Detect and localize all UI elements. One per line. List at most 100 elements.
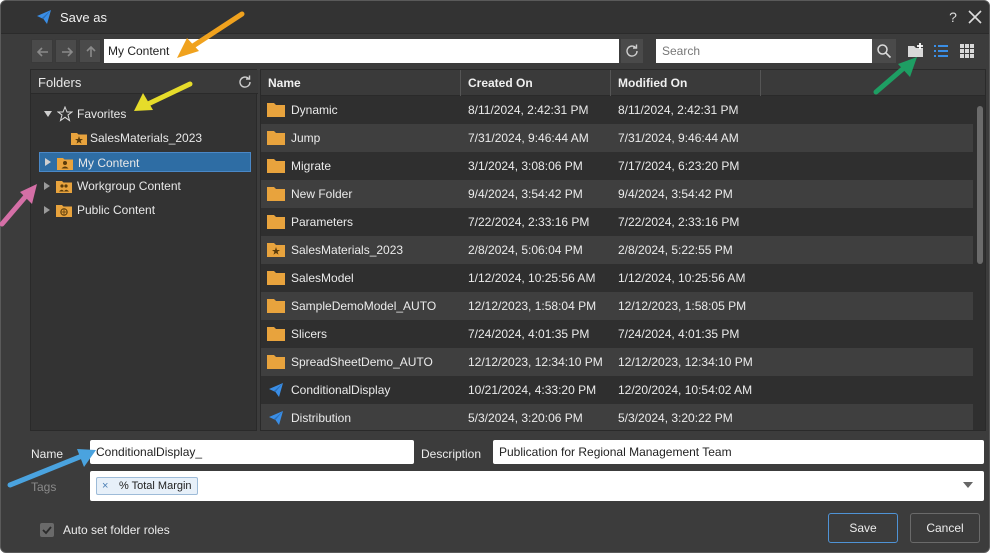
description-input[interactable]: Publication for Regional Management Team [493, 440, 984, 464]
file-row[interactable]: SampleDemoModel_AUTO 12/12/2023, 1:58:04… [261, 292, 973, 320]
search-input[interactable]: Search [656, 39, 872, 63]
file-created: 8/11/2024, 2:42:31 PM [468, 103, 589, 117]
file-modified: 7/24/2024, 4:01:35 PM [618, 327, 740, 341]
grid-view-icon[interactable] [957, 41, 977, 61]
file-created: 2/8/2024, 5:06:04 PM [468, 243, 583, 257]
tag-chip: × % Total Margin [96, 477, 198, 495]
favorite-folder-icon [267, 243, 285, 257]
tree-item-label: Favorites [77, 107, 127, 121]
caret-down-icon[interactable] [44, 111, 52, 117]
caret-right-icon[interactable] [45, 158, 51, 166]
file-modified: 12/20/2024, 10:54:02 AM [618, 383, 753, 397]
folder-icon [267, 299, 285, 313]
file-created: 12/12/2023, 1:58:04 PM [468, 299, 597, 313]
column-header-modified[interactable]: Modified On [611, 70, 761, 96]
search-button[interactable] [872, 39, 896, 63]
path-input[interactable]: My Content [104, 39, 619, 63]
column-header-name[interactable]: Name [261, 70, 461, 96]
tree-item-salesmaterials[interactable]: SalesMaterials_2023 [39, 128, 249, 148]
caret-right-icon[interactable] [44, 182, 50, 190]
close-icon[interactable] [965, 7, 985, 27]
new-folder-icon[interactable] [906, 41, 926, 61]
file-row[interactable]: Distribution 5/3/2024, 3:20:06 PM 5/3/20… [261, 404, 973, 430]
file-name: Parameters [291, 215, 354, 229]
save-as-dialog: Save as ? My Content Search Folders Favo… [0, 0, 990, 553]
folder-icon [267, 187, 285, 201]
tags-dropdown-icon[interactable] [963, 482, 973, 488]
file-row[interactable]: SalesModel 1/12/2024, 10:25:56 AM 1/12/2… [261, 264, 973, 292]
refresh-icon[interactable] [237, 74, 253, 90]
forward-button[interactable] [55, 39, 77, 63]
refresh-icon [626, 44, 638, 57]
folders-panel: Folders Favorites SalesMaterials_2023 My… [30, 69, 258, 431]
up-button[interactable] [79, 39, 101, 63]
file-list: Name Created On Modified On Dynamic 8/11… [260, 69, 986, 431]
file-modified: 2/8/2024, 5:22:55 PM [618, 243, 733, 257]
star-icon [57, 106, 73, 122]
publication-icon [269, 411, 283, 425]
title-bar: Save as ? [1, 1, 989, 34]
publication-icon [269, 383, 283, 397]
file-row[interactable]: SpreadSheetDemo_AUTO 12/12/2023, 12:34:1… [261, 348, 973, 376]
file-created: 7/24/2024, 4:01:35 PM [468, 327, 590, 341]
file-name: SalesModel [291, 271, 354, 285]
auto-roles-checkbox[interactable] [40, 523, 54, 537]
file-name: SalesMaterials_2023 [291, 243, 404, 257]
column-header-created[interactable]: Created On [461, 70, 611, 96]
folder-icon [267, 131, 285, 145]
folder-icon [267, 271, 285, 285]
file-name: Jump [291, 131, 321, 145]
tree-item-workgroup-content[interactable]: Workgroup Content [39, 176, 249, 196]
checkmark-icon [42, 526, 52, 535]
file-name: New Folder [291, 187, 353, 201]
file-row[interactable]: SalesMaterials_2023 2/8/2024, 5:06:04 PM… [261, 236, 973, 264]
tree-item-favorites[interactable]: Favorites [39, 104, 249, 124]
file-list-header: Name Created On Modified On [261, 70, 985, 96]
tags-input[interactable]: × % Total Margin [90, 471, 984, 501]
help-button[interactable]: ? [946, 7, 960, 27]
list-view-icon[interactable] [931, 41, 951, 61]
folder-icon [267, 103, 285, 117]
save-button[interactable]: Save [828, 513, 898, 543]
file-list-scrollbar[interactable] [975, 98, 985, 430]
folder-icon [267, 159, 285, 173]
tag-label: % Total Margin [119, 480, 192, 492]
file-row[interactable]: Dynamic 8/11/2024, 2:42:31 PM 8/11/2024,… [261, 96, 973, 124]
file-created: 12/12/2023, 12:34:10 PM [468, 355, 603, 369]
tree-item-public-content[interactable]: Public Content [39, 200, 249, 220]
name-input[interactable]: ConditionalDisplay_ [90, 440, 414, 464]
folders-title: Folders [38, 75, 82, 90]
file-created: 5/3/2024, 3:20:06 PM [468, 411, 583, 425]
file-row[interactable]: New Folder 9/4/2024, 3:54:42 PM 9/4/2024… [261, 180, 973, 208]
auto-roles-label: Auto set folder roles [63, 523, 170, 537]
file-created: 7/22/2024, 2:33:16 PM [468, 215, 590, 229]
user-folder-icon [57, 158, 73, 170]
file-modified: 12/12/2023, 1:58:05 PM [618, 299, 747, 313]
file-row[interactable]: Jump 7/31/2024, 9:46:44 AM 7/31/2024, 9:… [261, 124, 973, 152]
file-name: Distribution [291, 411, 352, 425]
file-modified: 7/22/2024, 2:33:16 PM [618, 215, 740, 229]
search-icon [877, 44, 892, 59]
tree-item-label: Public Content [77, 203, 156, 217]
file-row[interactable]: Migrate 3/1/2024, 3:08:06 PM 7/17/2024, … [261, 152, 973, 180]
cancel-button[interactable]: Cancel [910, 513, 980, 543]
path-refresh-button[interactable] [621, 39, 643, 63]
tree-item-my-content[interactable]: My Content [39, 152, 251, 172]
folder-icon [267, 327, 285, 341]
caret-right-icon[interactable] [44, 206, 50, 214]
file-name: SampleDemoModel_AUTO [291, 299, 437, 313]
arrow-right-icon [62, 47, 74, 57]
file-created: 9/4/2024, 3:54:42 PM [468, 187, 583, 201]
tree-item-label: Workgroup Content [77, 179, 181, 193]
file-row[interactable]: Slicers 7/24/2024, 4:01:35 PM 7/24/2024,… [261, 320, 973, 348]
tree-item-label: SalesMaterials_2023 [90, 131, 203, 145]
name-label: Name [31, 447, 64, 461]
back-button[interactable] [31, 39, 53, 63]
arrow-up-icon [86, 45, 96, 57]
file-row[interactable]: Parameters 7/22/2024, 2:33:16 PM 7/22/20… [261, 208, 973, 236]
scroll-thumb[interactable] [977, 106, 983, 264]
file-row[interactable]: ConditionalDisplay 10/21/2024, 4:33:20 P… [261, 376, 973, 404]
file-created: 1/12/2024, 10:25:56 AM [468, 271, 596, 285]
tag-remove-icon[interactable]: × [102, 478, 108, 494]
file-created: 3/1/2024, 3:08:06 PM [468, 159, 583, 173]
